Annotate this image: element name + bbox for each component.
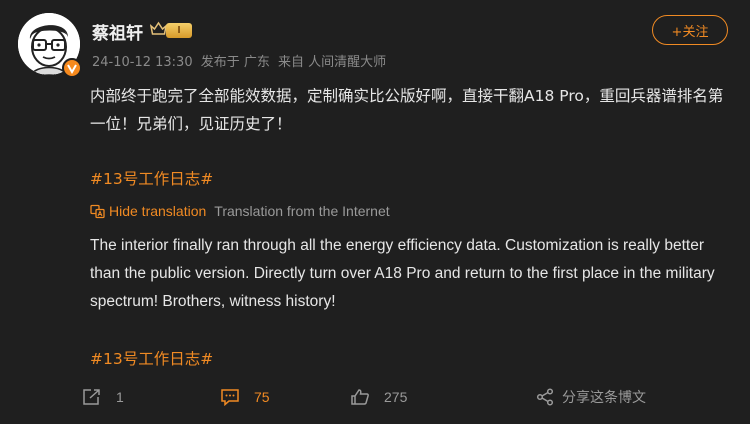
post-time[interactable]: 24-10-12 13:30 [92, 55, 193, 70]
share-icon [536, 388, 554, 406]
post-location: 发布于 广东 [200, 55, 270, 70]
like-count: 275 [384, 389, 408, 405]
share-button[interactable]: 分享这条博文 [536, 382, 646, 412]
comment-count: 75 [254, 389, 270, 405]
follow-button[interactable]: +关注 [652, 15, 728, 45]
translation-bar: Hide translation Translation from the In… [90, 203, 390, 219]
translate-icon [90, 204, 105, 218]
post-text: 内部终于跑完了全部能效数据，定制确实比公版好啊，直接干翻A18 Pro，重回兵器… [90, 87, 724, 133]
hide-translation-link[interactable]: Hide translation [109, 203, 206, 219]
share-label: 分享这条博文 [562, 390, 646, 406]
weibo-post-card: 蔡祖轩 I 24-10-12 13:30 发布于 广东 来自 人间清醒大师 +关… [0, 0, 750, 424]
topic-link[interactable]: #13号工作日志# [90, 167, 213, 189]
username[interactable]: 蔡祖轩 [92, 19, 143, 44]
comment-icon [221, 389, 239, 406]
like-button[interactable]: 275 [350, 382, 407, 412]
translated-topic-link[interactable]: #13号工作日志# [90, 347, 213, 369]
forward-button[interactable]: 1 [82, 382, 124, 412]
post-source: 来自 人间清醒大师 [278, 55, 387, 70]
post-meta: 24-10-12 13:30 发布于 广东 来自 人间清醒大师 [92, 51, 390, 70]
translation-source: Translation from the Internet [214, 203, 390, 219]
like-icon [351, 389, 369, 405]
verified-v-icon [62, 58, 82, 78]
forward-icon [83, 389, 100, 405]
translated-text: The interior finally ran through all the… [90, 237, 715, 310]
crown-icon [150, 21, 167, 35]
comment-button[interactable]: 75 [220, 382, 270, 412]
action-bar: 1 75 275 分享这条博文 [0, 382, 750, 412]
level-badge[interactable]: I [166, 23, 192, 38]
forward-count: 1 [116, 389, 124, 405]
